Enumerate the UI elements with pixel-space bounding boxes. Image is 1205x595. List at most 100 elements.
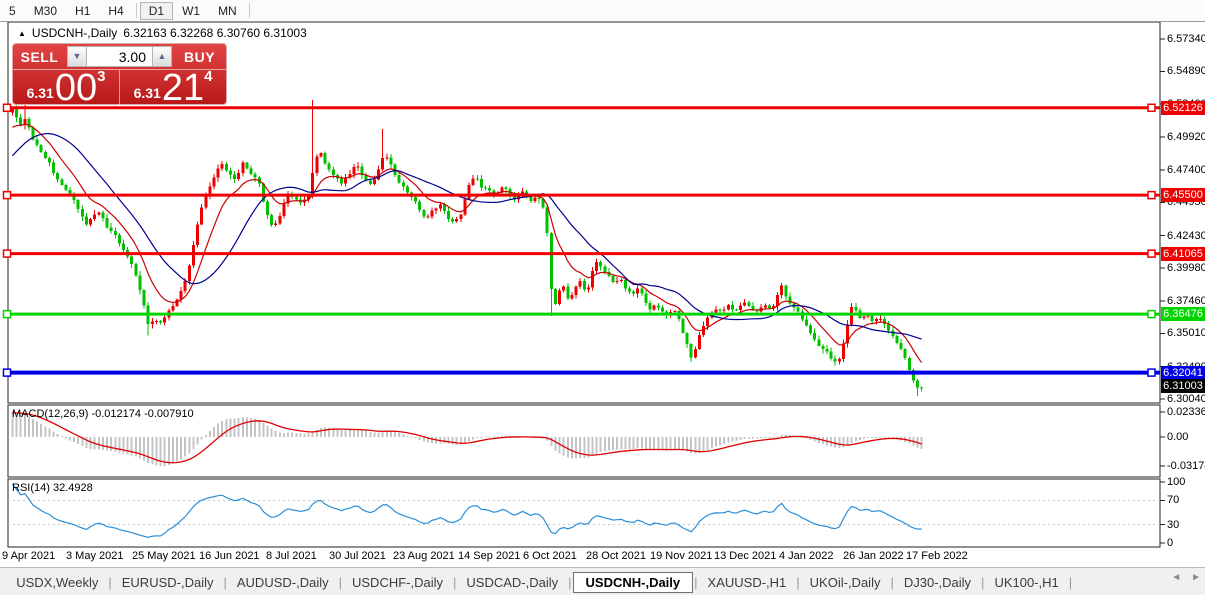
symbol-title: USDCNH-,Daily (31, 26, 118, 40)
tab-separator: | (108, 574, 112, 590)
volume-input[interactable] (87, 46, 152, 67)
tab-scroll-left-icon[interactable]: ◄ (1171, 572, 1181, 583)
ask-sup-digit: 4 (204, 68, 213, 85)
tab-separator: | (568, 574, 572, 590)
timeframe-toolbar: 5 M30 H1 H4 D1 W1 MN (0, 0, 1205, 22)
volume-decrease-button[interactable]: ▼ (67, 46, 87, 67)
tab-separator: | (338, 574, 342, 590)
chart-tab-dj30-daily[interactable]: DJ30-,Daily (895, 573, 980, 592)
date-axis-label: 9 Apr 2021 (2, 550, 56, 562)
tab-separator: | (694, 574, 698, 590)
price-axis-tick: 6.47400 (1167, 164, 1205, 177)
date-axis-label: 26 Jan 2022 (843, 550, 904, 562)
chart-tab-usdx-weekly[interactable]: USDX,Weekly (7, 573, 107, 592)
line-anchor[interactable] (1147, 190, 1156, 200)
price-axis-tick: 6.35010 (1167, 327, 1205, 340)
volume-stepper: ▼ ▲ (67, 46, 172, 67)
date-axis-label: 14 Sep 2021 (458, 550, 521, 562)
bid-prefix: 6.31 (26, 85, 54, 101)
current-price-tag: 6.31003 (1161, 379, 1205, 394)
tab-scroll-right-icon[interactable]: ► (1191, 572, 1201, 583)
price-axis-tick: 6.30040 (1167, 393, 1205, 405)
timeframe-button-mn[interactable]: MN (209, 2, 246, 20)
level-price-tag: 6.45500 (1161, 188, 1205, 203)
date-axis-label: 23 Aug 2021 (393, 550, 455, 562)
line-anchor[interactable] (1147, 309, 1156, 319)
macd-axis-tick: 0.023365 (1167, 406, 1205, 418)
timeframe-button-m30[interactable]: M30 (25, 2, 66, 20)
ask-big-digits: 21 (161, 67, 205, 109)
ask-prefix: 6.31 (133, 85, 161, 101)
buy-button[interactable]: BUY (173, 49, 226, 65)
tab-separator: | (981, 574, 985, 590)
bid-big-digits: 00 (54, 67, 98, 109)
timeframe-button-h1[interactable]: H1 (66, 2, 99, 20)
date-axis-label: 6 Oct 2021 (523, 550, 577, 562)
level-price-tag: 6.52126 (1161, 100, 1205, 115)
bid-sup-digit: 3 (97, 68, 106, 85)
line-anchor[interactable] (2, 309, 12, 319)
chart-tab-ukoil-daily[interactable]: UKOil-,Daily (801, 573, 890, 592)
rsi-label: RSI(14) 32.4928 (12, 482, 93, 494)
date-axis-label: 30 Jul 2021 (329, 550, 386, 562)
line-anchor[interactable] (2, 368, 12, 377)
line-anchor[interactable] (2, 103, 12, 113)
timeframe-button-d1[interactable]: D1 (139, 1, 174, 20)
price-axis-tick: 6.37460 (1167, 295, 1205, 308)
date-axis-label: 3 May 2021 (66, 550, 124, 562)
moving-averages (11, 123, 923, 363)
chart-tab-eurusd-daily[interactable]: EURUSD-,Daily (113, 573, 223, 592)
level-lines (2, 103, 1160, 377)
timeframe-button-5[interactable]: 5 (0, 2, 25, 20)
sell-button[interactable]: SELL (13, 49, 66, 65)
date-axis-label: 13 Dec 2021 (714, 550, 777, 562)
timeframe-button-w1[interactable]: W1 (173, 2, 209, 20)
tab-separator: | (1068, 574, 1073, 590)
macd-axis-tick: 0.00 (1167, 431, 1189, 443)
line-anchor[interactable] (1147, 249, 1156, 258)
price-axis-tick: 6.54890 (1167, 65, 1205, 78)
ask-price-button[interactable]: 6.31 21 4 (120, 67, 226, 109)
price-axis-tick: 6.39980 (1167, 261, 1205, 274)
chart-tab-audusd-daily[interactable]: AUDUSD-,Daily (228, 573, 338, 592)
tab-scroll-buttons: ◄ ► (1171, 572, 1201, 583)
tab-separator: | (453, 574, 457, 590)
candlestick-series (10, 100, 924, 397)
date-axis-label: 8 Jul 2021 (266, 550, 317, 562)
price-axis-tick: 6.57340 (1167, 33, 1205, 45)
line-anchor[interactable] (1147, 103, 1156, 113)
quote-header: ▲ USDCNH-,Daily 6.32163 6.32268 6.30760 … (18, 26, 307, 40)
toolbar-separator (248, 3, 250, 18)
date-axis-label: 19 Nov 2021 (650, 550, 713, 562)
level-price-tag: 6.32041 (1161, 365, 1205, 380)
bid-price-button[interactable]: 6.31 00 3 (13, 67, 120, 109)
rsi-indicator (8, 483, 1160, 538)
timeframe-button-h4[interactable]: H4 (99, 2, 132, 20)
chart-tab-xauusd-h1[interactable]: XAUUSD-,H1 (699, 573, 796, 592)
chart-tab-bar: USDX,Weekly | EURUSD-,Daily | AUDUSD-,Daily |… (0, 567, 1205, 595)
collapse-triangle-icon[interactable]: ▲ (18, 29, 26, 38)
macd-axis-tick: -0.03174 (1167, 460, 1205, 472)
line-anchor[interactable] (2, 249, 12, 258)
date-axis-label: 25 May 2021 (132, 550, 196, 562)
date-axis-label: 17 Feb 2022 (906, 550, 968, 562)
macd-label: MACD(12,26,9) -0.012174 -0.007910 (12, 408, 194, 420)
line-anchor[interactable] (1147, 368, 1156, 377)
price-axis-tick: 6.42430 (1167, 229, 1205, 242)
chart-tab-usdchf-daily[interactable]: USDCHF-,Daily (343, 573, 452, 592)
toolbar-separator (135, 3, 137, 18)
volume-increase-button[interactable]: ▲ (152, 46, 172, 67)
chart-tab-uk100-h1[interactable]: UK100-,H1 (985, 573, 1067, 592)
line-anchor[interactable] (2, 190, 12, 200)
price-axis-tick: 6.49920 (1167, 130, 1205, 143)
tab-separator: | (796, 574, 800, 590)
chart-tab-usdcad-daily[interactable]: USDCAD-,Daily (457, 573, 567, 592)
rsi-axis-tick: 100 (1167, 476, 1186, 488)
rsi-axis-tick: 70 (1167, 494, 1180, 507)
rsi-axis-tick: 30 (1167, 518, 1180, 531)
date-axis-label: 16 Jun 2021 (199, 550, 260, 562)
mt4-window: 5 M30 H1 H4 D1 W1 MN ▲ USDCNH-,Daily 6.32163 6… (0, 0, 1205, 595)
chart-tab-usdcnh-daily[interactable]: USDCNH-,Daily (572, 571, 694, 593)
one-click-trade-panel: SELL ▼ ▲ BUY 6.31003 6.31214 (13, 44, 226, 109)
tab-separator: | (890, 574, 894, 590)
